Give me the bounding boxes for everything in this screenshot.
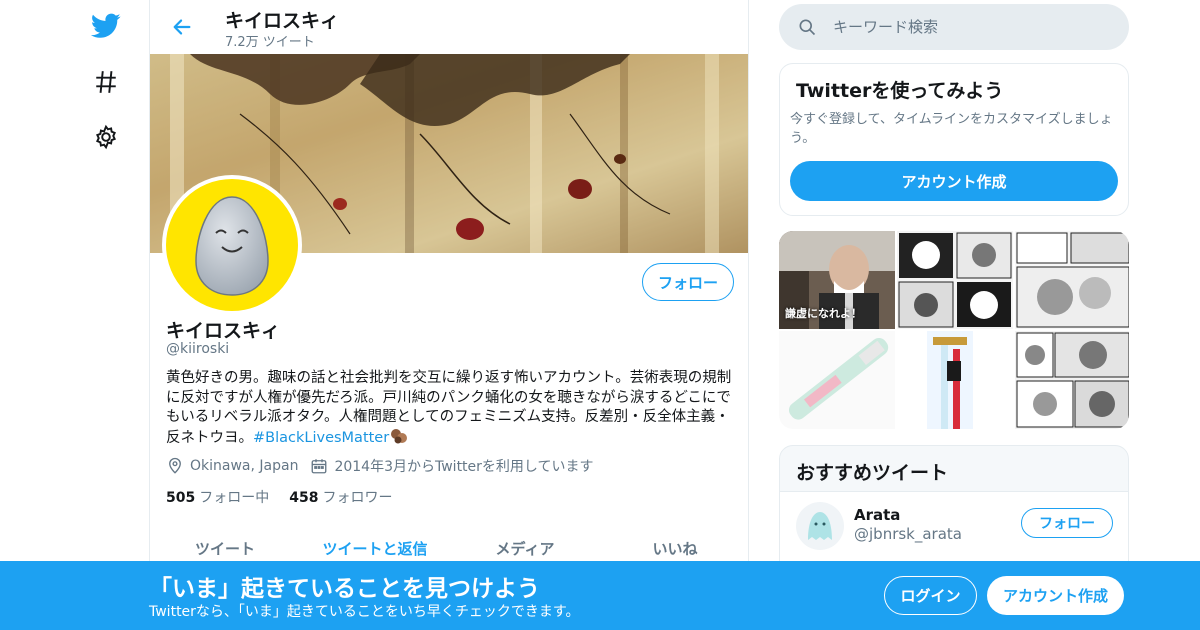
profile-header-bar: キイロスキィ 7.2万 ツイート — [150, 0, 748, 54]
profile-handle: @kiiroski — [166, 341, 230, 357]
signup-card-description: 今すぐ登録して、タイムラインをカスタマイズしましょう。 — [790, 112, 1113, 146]
profile-name: キイロスキィ — [166, 320, 281, 342]
header-title: キイロスキィ — [225, 10, 340, 32]
twitter-logo-icon[interactable] — [90, 10, 122, 42]
recommended-name: Arata — [854, 506, 901, 524]
media-caption: 謙虚になれよ！ — [785, 307, 862, 320]
following-label: フォロー中 — [199, 490, 270, 506]
signup-card: Twitterを使ってみよう 今すぐ登録して、タイムラインをカスタマイズしましょ… — [779, 63, 1129, 216]
recommended-title: おすすめツイート — [796, 462, 949, 484]
prompt-title: 「いま」起きていることを見つけよう — [149, 576, 540, 602]
following-link[interactable]: 505 フォロー中 — [166, 487, 269, 507]
recommended-follow-button[interactable]: フォロー — [1021, 508, 1113, 538]
media-thumbnail[interactable] — [1015, 331, 1129, 429]
create-account-button[interactable]: アカウント作成 — [790, 161, 1118, 201]
media-thumbnail[interactable] — [779, 331, 895, 429]
recommended-account-row[interactable]: Arata @jbnrsk_arata フォロー — [780, 492, 1128, 562]
follow-button[interactable]: フォロー — [642, 263, 734, 301]
recommended-handle: @jbnrsk_arata — [854, 525, 962, 543]
search-icon — [799, 19, 816, 36]
followers-link[interactable]: 458 フォロワー — [289, 487, 392, 507]
login-button[interactable]: ログイン — [884, 576, 977, 615]
profile-bio: 黄色好きの男。趣味の話と社会批判を交互に繰り返す怖いアカウント。芸術表現の規制に… — [166, 369, 732, 448]
signup-prompt-bar: 「いま」起きていることを見つけよう Twitterなら、「いま」起きていることを… — [0, 561, 1200, 630]
media-thumbnail[interactable] — [897, 231, 1013, 329]
back-arrow-icon[interactable] — [166, 11, 198, 43]
tweet-count: 7.2万 ツイート — [225, 35, 315, 50]
location-item: Okinawa, Japan — [166, 457, 298, 475]
settings-gear-icon[interactable] — [90, 121, 122, 153]
prompt-subtitle: Twitterなら、「いま」起きていることをいち早くチェックできます。 — [149, 604, 580, 620]
left-nav — [80, 0, 130, 630]
profile-column: キイロスキィ 7.2万 ツイート フォロー キイロスキィ @kiiroski 黄… — [149, 0, 749, 630]
profile-avatar[interactable] — [162, 175, 302, 315]
media-gallery: 謙虚になれよ！ — [779, 231, 1129, 429]
bio-text: 黄色好きの男。趣味の話と社会批判を交互に繰り返す怖いアカウント。芸術表現の規制に… — [166, 370, 732, 446]
media-thumbnail[interactable] — [897, 331, 1013, 429]
profile-meta: Okinawa, Japan 2014年3月からTwitterを利用しています — [166, 456, 606, 476]
signup-button[interactable]: アカウント作成 — [987, 576, 1124, 615]
raised-fists-emoji-icon — [391, 428, 408, 443]
hashtag-link[interactable]: #BlackLivesMatter — [253, 430, 389, 446]
explore-hashtag-icon[interactable] — [90, 66, 122, 98]
calendar-icon — [312, 459, 327, 474]
signup-card-title: Twitterを使ってみよう — [796, 80, 1004, 102]
following-count: 505 — [166, 490, 196, 506]
recommended-avatar[interactable] — [796, 502, 844, 550]
page: キイロスキィ 7.2万 ツイート フォロー キイロスキィ @kiiroski 黄… — [0, 0, 1200, 630]
media-thumbnail[interactable]: 謙虚になれよ！ — [779, 231, 895, 329]
followers-label: フォロワー — [322, 490, 393, 506]
search-input[interactable] — [833, 18, 1103, 36]
media-thumbnail[interactable] — [1015, 231, 1129, 329]
followers-count: 458 — [289, 490, 319, 506]
location-pin-icon — [169, 457, 181, 474]
join-date-item: 2014年3月からTwitterを利用しています — [310, 456, 594, 476]
ghost-avatar-icon — [808, 512, 832, 540]
location-text: Okinawa, Japan — [190, 458, 299, 474]
join-date-text: 2014年3月からTwitterを利用しています — [334, 459, 594, 475]
egg-avatar-icon — [195, 196, 269, 296]
search-box — [779, 4, 1129, 50]
follow-stats: 505 フォロー中 458 フォロワー — [166, 487, 412, 507]
